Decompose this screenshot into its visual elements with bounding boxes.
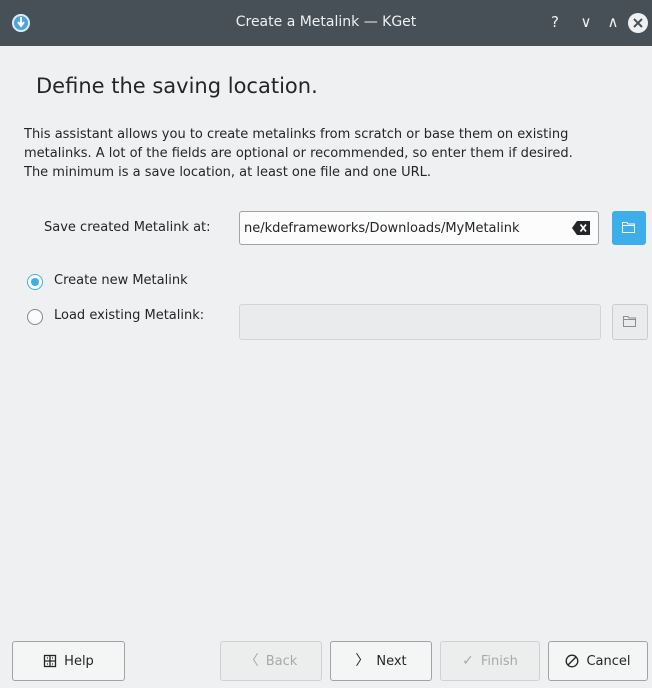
clear-text-icon[interactable]	[572, 221, 590, 235]
close-icon[interactable]	[628, 13, 648, 33]
description-line: metalinks. A lot of the fields are optio…	[24, 146, 573, 161]
browse-existing-button	[612, 304, 648, 340]
cancel-button[interactable]: Cancel	[548, 641, 648, 681]
finish-button-label: Finish	[480, 653, 518, 669]
finish-button: ✓ Finish	[440, 641, 540, 681]
create-new-label: Create new Metalink	[54, 273, 188, 288]
maximize-icon[interactable]: ∧	[603, 12, 623, 32]
cancel-button-label: Cancel	[586, 653, 631, 669]
back-button-label: Back	[265, 653, 298, 669]
help-icon[interactable]: ?	[545, 12, 565, 32]
load-existing-radio[interactable]	[27, 309, 43, 325]
next-button[interactable]: 〉 Next	[330, 641, 432, 681]
next-button-label: Next	[376, 653, 407, 669]
title-bar: Create a Metalink — KGet ? ∨ ∧	[0, 0, 652, 46]
page-title: Define the saving location.	[36, 74, 318, 98]
checkmark-icon: ✓	[462, 653, 474, 669]
browse-save-location-button[interactable]	[612, 211, 646, 245]
minimize-icon[interactable]: ∨	[576, 12, 596, 32]
chevron-right-icon: 〉	[355, 653, 370, 669]
description-line: The minimum is a save location, at least…	[24, 165, 432, 180]
create-new-radio[interactable]	[27, 274, 43, 290]
folder-icon	[623, 316, 636, 327]
save-location-input[interactable]	[244, 212, 568, 244]
save-location-label: Save created Metalink at:	[44, 220, 211, 235]
folder-icon	[622, 222, 635, 233]
back-button: 〈 Back	[220, 641, 322, 681]
save-location-field[interactable]	[239, 211, 599, 245]
description-line: This assistant allows you to create meta…	[24, 127, 569, 142]
load-existing-label: Load existing Metalink:	[54, 308, 205, 323]
help-button-label: Help	[64, 653, 94, 669]
chevron-left-icon: 〈	[244, 653, 259, 669]
page-description: This assistant allows you to create meta…	[24, 125, 649, 182]
help-button[interactable]: Help	[12, 641, 125, 681]
help-book-icon	[44, 654, 57, 668]
cancel-icon	[566, 654, 579, 668]
load-existing-input	[239, 304, 601, 340]
